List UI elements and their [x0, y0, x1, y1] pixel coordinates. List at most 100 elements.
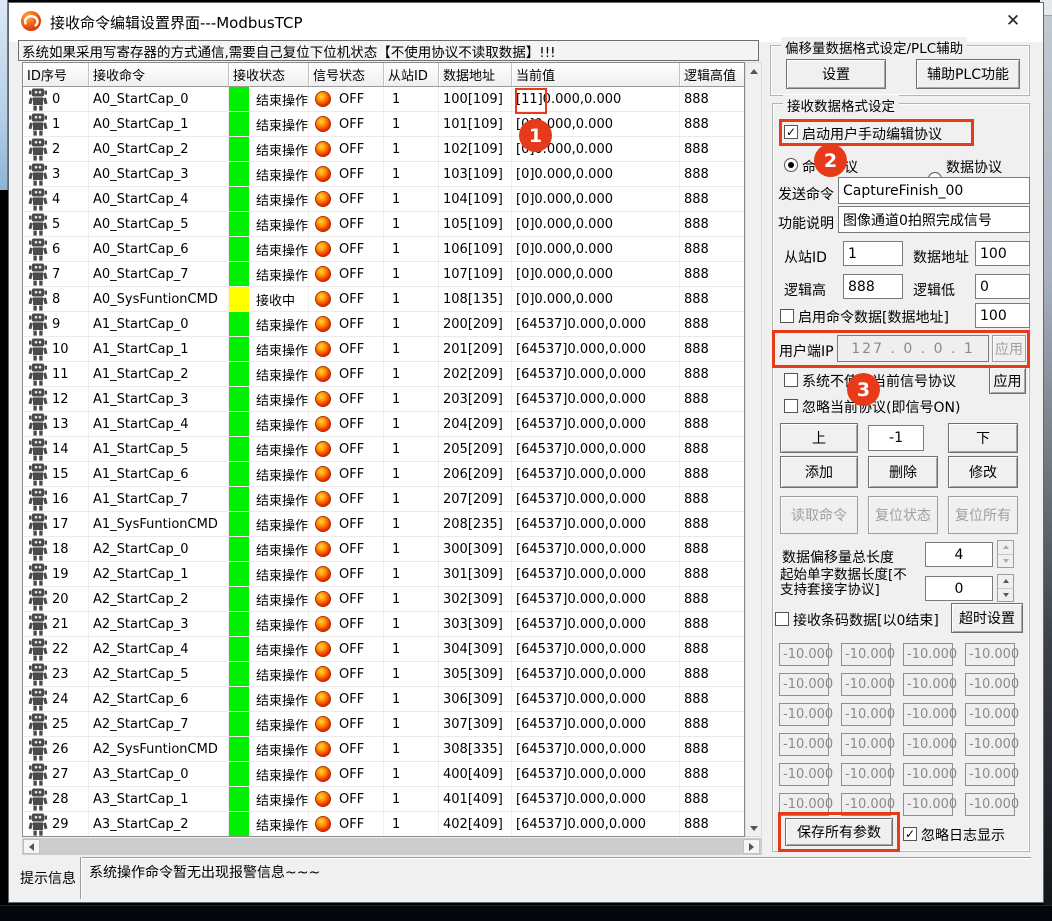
offset-value-input[interactable]: -10.000 [965, 673, 1015, 696]
offset-value-input[interactable]: -10.000 [779, 763, 829, 786]
index-input[interactable]: -1 [868, 425, 924, 451]
cmd-data-checkbox[interactable] [780, 309, 794, 323]
data-addr-input[interactable]: 100 [975, 241, 1030, 266]
reset-state-button[interactable]: 复位状态 [868, 496, 938, 534]
col-header-signal[interactable]: 信号状态 [309, 63, 384, 86]
barcode-checkbox[interactable] [775, 612, 789, 626]
table-row[interactable]: 0 A0_StartCap_0 结束操作 OFF 1 100[109] [11]… [23, 87, 744, 112]
table-row[interactable]: 18 A2_StartCap_0 结束操作 OFF 1 300[309] [64… [23, 537, 744, 562]
table-row[interactable]: 14 A1_StartCap_5 结束操作 OFF 1 205[209] [64… [23, 437, 744, 462]
barcode-label[interactable]: 接收条码数据[以0结束] [793, 610, 939, 630]
offset-value-input[interactable]: -10.000 [841, 763, 891, 786]
plc-helper-button[interactable]: 辅助PLC功能 [916, 59, 1020, 89]
offset-value-input[interactable]: -10.000 [903, 673, 953, 696]
table-row[interactable]: 27 A3_StartCap_0 结束操作 OFF 1 400[409] [64… [23, 762, 744, 787]
col-header-logic-high[interactable]: 逻辑高值 [680, 63, 742, 86]
table-row[interactable]: 23 A2_StartCap_5 结束操作 OFF 1 305[309] [64… [23, 662, 744, 687]
scroll-right-icon[interactable] [743, 839, 760, 854]
close-icon[interactable] [998, 8, 1028, 34]
offset-value-input[interactable]: -10.000 [903, 643, 953, 666]
table-row[interactable]: 28 A3_StartCap_1 结束操作 OFF 1 401[409] [64… [23, 787, 744, 812]
table-row[interactable]: 19 A2_StartCap_1 结束操作 OFF 1 301[309] [64… [23, 562, 744, 587]
offset-value-input[interactable]: -10.000 [841, 703, 891, 726]
cmd-data-addr-input[interactable]: 100 [975, 303, 1030, 328]
col-header-recv-status[interactable]: 接收状态 [229, 63, 309, 86]
table-row[interactable]: 17 A1_SysFuntionCMD 结束操作 OFF 1 208[235] … [23, 512, 744, 537]
start-len-input[interactable]: 0 [925, 576, 993, 601]
col-header-current-value[interactable]: 当前值 [512, 63, 680, 86]
logic-low-input[interactable]: 0 [975, 274, 1030, 299]
offset-value-input[interactable]: -10.000 [903, 763, 953, 786]
table-row[interactable]: 15 A1_StartCap_6 结束操作 OFF 1 206[209] [64… [23, 462, 744, 487]
up-button[interactable]: 上 [780, 423, 858, 453]
command-protocol-radio[interactable] [784, 158, 798, 172]
scroll-down-icon[interactable] [746, 820, 761, 836]
apply-ip-button[interactable]: 应用 [992, 335, 1026, 362]
manual-protocol-checkbox[interactable] [784, 125, 798, 139]
add-button[interactable]: 添加 [780, 456, 858, 488]
table-row[interactable]: 3 A0_StartCap_3 结束操作 OFF 1 103[109] [0]0… [23, 162, 744, 187]
offset-total-input[interactable]: 4 [925, 542, 993, 567]
offset-value-input[interactable]: -10.000 [841, 643, 891, 666]
ignore-log-checkbox[interactable] [903, 827, 917, 841]
col-header-slave-id[interactable]: 从站ID [384, 63, 439, 86]
offset-total-spinner[interactable] [997, 540, 1014, 568]
table-row[interactable]: 25 A2_StartCap_7 结束操作 OFF 1 307[309] [64… [23, 712, 744, 737]
offset-value-input[interactable]: -10.000 [841, 733, 891, 756]
data-protocol-label[interactable]: 数据协议 [946, 157, 1002, 177]
offset-value-input[interactable]: -10.000 [779, 793, 829, 816]
start-len-spinner[interactable] [997, 574, 1014, 602]
slave-id-input[interactable]: 1 [843, 241, 903, 266]
table-row[interactable]: 11 A1_StartCap_2 结束操作 OFF 1 202[209] [64… [23, 362, 744, 387]
table-row[interactable]: 24 A2_StartCap_6 结束操作 OFF 1 306[309] [64… [23, 687, 744, 712]
func-desc-input[interactable]: 图像通道0拍照完成信号 [838, 206, 1030, 233]
ignore-protocol-checkbox[interactable] [784, 399, 798, 413]
read-cmd-button[interactable]: 读取命令 [780, 496, 858, 534]
offset-value-input[interactable]: -10.000 [903, 703, 953, 726]
table-row[interactable]: 4 A0_StartCap_4 结束操作 OFF 1 104[109] [0]0… [23, 187, 744, 212]
table-row[interactable]: 12 A1_StartCap_3 结束操作 OFF 1 203[209] [64… [23, 387, 744, 412]
table-row[interactable]: 8 A0_SysFuntionCMD 接收中 OFF 1 108[135] [0… [23, 287, 744, 312]
down-button[interactable]: 下 [948, 423, 1018, 453]
timeout-button[interactable]: 超时设置 [951, 603, 1023, 633]
offset-value-input[interactable]: -10.000 [779, 703, 829, 726]
table-row[interactable]: 16 A1_StartCap_7 结束操作 OFF 1 207[209] [64… [23, 487, 744, 512]
spinner-up-icon[interactable] [998, 541, 1013, 555]
no-signal-checkbox[interactable] [784, 373, 798, 387]
col-header-address[interactable]: 数据地址 [439, 63, 512, 86]
offset-value-input[interactable]: -10.000 [841, 793, 891, 816]
offset-value-input[interactable]: -10.000 [841, 673, 891, 696]
modify-button[interactable]: 修改 [948, 456, 1018, 488]
table-row[interactable]: 22 A2_StartCap_4 结束操作 OFF 1 304[309] [64… [23, 637, 744, 662]
table-row[interactable]: 9 A1_StartCap_0 结束操作 OFF 1 200[209] [645… [23, 312, 744, 337]
table-row[interactable]: 5 A0_StartCap_5 结束操作 OFF 1 105[109] [0]0… [23, 212, 744, 237]
spinner-up-icon[interactable] [998, 575, 1013, 589]
table-row[interactable]: 13 A1_StartCap_4 结束操作 OFF 1 204[209] [64… [23, 412, 744, 437]
table-row[interactable]: 26 A2_SysFuntionCMD 结束操作 OFF 1 308[335] … [23, 737, 744, 762]
spinner-down-icon[interactable] [998, 555, 1013, 568]
col-header-id[interactable]: ID序号 [23, 63, 89, 86]
table-row[interactable]: 20 A2_StartCap_2 结束操作 OFF 1 302[309] [64… [23, 587, 744, 612]
offset-value-input[interactable]: -10.000 [965, 643, 1015, 666]
table-row[interactable]: 29 A3_StartCap_2 结束操作 OFF 1 402[409] [64… [23, 812, 744, 837]
scroll-up-icon[interactable] [746, 63, 761, 79]
offset-value-input[interactable]: -10.000 [779, 673, 829, 696]
offset-value-input[interactable]: -10.000 [903, 793, 953, 816]
client-ip-input[interactable]: 127 . 0 . 0 . 1 [837, 335, 989, 362]
send-cmd-input[interactable]: CaptureFinish_00 [838, 177, 1030, 204]
reset-all-button[interactable]: 复位所有 [948, 496, 1018, 534]
settings-button[interactable]: 设置 [786, 59, 886, 89]
table-row[interactable]: 2 A0_StartCap_2 结束操作 OFF 1 102[109] [0]0… [23, 137, 744, 162]
table-row[interactable]: 10 A1_StartCap_1 结束操作 OFF 1 201[209] [64… [23, 337, 744, 362]
offset-value-input[interactable]: -10.000 [779, 643, 829, 666]
col-header-command[interactable]: 接收命令 [89, 63, 229, 86]
offset-value-input[interactable]: -10.000 [965, 793, 1015, 816]
ignore-protocol-label[interactable]: 忽略当前协议(即信号ON) [802, 397, 960, 417]
logic-high-input[interactable]: 888 [843, 274, 903, 299]
offset-value-input[interactable]: -10.000 [965, 703, 1015, 726]
offset-value-input[interactable]: -10.000 [779, 733, 829, 756]
offset-value-input[interactable]: -10.000 [965, 763, 1015, 786]
offset-value-input[interactable]: -10.000 [965, 733, 1015, 756]
table-row[interactable]: 21 A2_StartCap_3 结束操作 OFF 1 303[309] [64… [23, 612, 744, 637]
save-all-button[interactable]: 保存所有参数 [785, 818, 893, 846]
